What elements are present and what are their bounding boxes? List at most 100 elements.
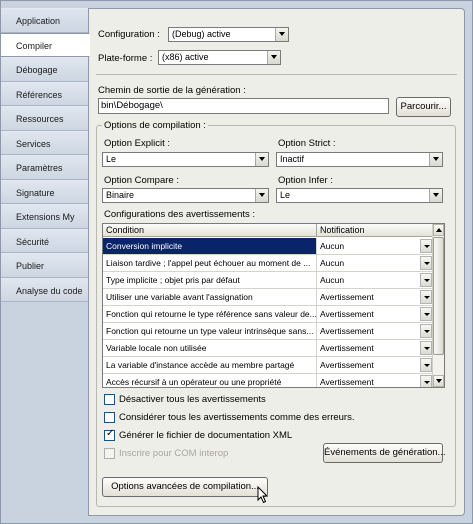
warnings-config-label: Configurations des avertissements : — [104, 209, 256, 220]
option-explicit-select[interactable]: Le — [102, 152, 269, 167]
separator — [96, 74, 457, 75]
platform-label: Plate-forme : — [98, 53, 153, 64]
table-row[interactable]: Fonction qui retourne le type référence … — [103, 306, 433, 323]
sidebar-item-services[interactable]: Services — [1, 130, 89, 155]
column-header-condition[interactable]: Condition — [103, 224, 317, 237]
notification-value: Avertissement — [320, 292, 374, 302]
notification-value: Avertissement — [320, 309, 374, 319]
table-row[interactable]: La variable d'instance accède au membre … — [103, 357, 433, 374]
notification-cell[interactable]: Avertissement — [317, 306, 433, 322]
condition-cell[interactable]: Liaison tardive ; l'appel peut échouer a… — [103, 255, 317, 271]
notification-value: Aucun — [320, 258, 345, 268]
condition-cell[interactable]: La variable d'instance accède au membre … — [103, 357, 317, 373]
option-strict-select[interactable]: Inactif — [276, 152, 443, 167]
output-path-input[interactable]: bin\Débogage\ — [98, 98, 389, 114]
sidebar-item-security[interactable]: Sécurité — [1, 228, 89, 253]
chevron-down-icon[interactable] — [420, 239, 432, 253]
sidebar-item-application[interactable]: Application — [1, 8, 89, 33]
condition-cell[interactable]: Variable locale non utilisée — [103, 340, 317, 356]
treat-warnings-as-errors-checkbox[interactable] — [104, 412, 115, 423]
scrollbar-thumb[interactable] — [433, 237, 444, 355]
condition-cell[interactable]: Accès récursif à un opérateur ou une pro… — [103, 374, 317, 387]
condition-cell[interactable]: Fonction qui retourne le type référence … — [103, 306, 317, 322]
grid-header: Condition Notification — [103, 224, 433, 237]
chevron-down-icon[interactable] — [420, 290, 432, 304]
chevron-down-icon[interactable] — [275, 28, 288, 41]
treat-warnings-as-errors-label[interactable]: Considérer tous les avertissements comme… — [119, 412, 354, 423]
notification-value: Avertissement — [320, 377, 374, 387]
sidebar-item-code-analysis[interactable]: Analyse du code — [1, 277, 89, 302]
chevron-down-icon[interactable] — [255, 153, 268, 166]
sidebar-item-settings[interactable]: Paramètres — [1, 155, 89, 180]
warnings-grid[interactable]: Condition Notification Conversion implic… — [102, 223, 445, 388]
notification-cell[interactable]: Avertissement — [317, 357, 433, 373]
chevron-down-icon[interactable] — [255, 189, 268, 202]
table-row[interactable]: Variable locale non utilisée Avertisseme… — [103, 340, 433, 357]
sidebar-item-my-extensions[interactable]: Extensions My — [1, 204, 89, 229]
disable-all-warnings-checkbox[interactable] — [104, 394, 115, 405]
disable-all-warnings-label[interactable]: Désactiver tous les avertissements — [119, 394, 266, 405]
advanced-compile-options-button[interactable]: Options avancées de compilation... — [102, 477, 268, 497]
generate-xml-doc-label[interactable]: Générer le fichier de documentation XML — [119, 430, 292, 441]
sidebar-item-signing[interactable]: Signature — [1, 179, 89, 204]
generate-xml-doc-checkbox[interactable] — [104, 428, 115, 441]
chevron-down-icon[interactable] — [267, 51, 280, 64]
chevron-down-icon[interactable] — [420, 273, 432, 287]
sidebar-item-label: Sécurité — [16, 236, 50, 247]
sidebar-item-label: Débogage — [16, 65, 58, 75]
sidebar-item-publish[interactable]: Publier — [1, 253, 89, 278]
chevron-down-icon[interactable] — [420, 307, 432, 321]
notification-cell[interactable]: Aucun — [317, 255, 433, 271]
option-infer-select[interactable]: Le — [276, 188, 443, 203]
browse-button[interactable]: Parcourir... — [396, 97, 451, 117]
compile-options-title: Options de compilation : — [102, 120, 208, 131]
notification-cell[interactable]: Avertissement — [317, 289, 433, 305]
notification-cell[interactable]: Aucun — [317, 238, 433, 254]
table-row[interactable]: Fonction qui retourne un type valeur int… — [103, 323, 433, 340]
sidebar-item-label: Signature — [16, 187, 55, 198]
sidebar-item-debug[interactable]: Débogage — [1, 57, 89, 82]
option-infer-value: Le — [280, 190, 291, 200]
notification-cell[interactable]: Aucun — [317, 272, 433, 288]
configuration-select[interactable]: (Debug) active — [168, 27, 289, 42]
column-header-notification[interactable]: Notification — [317, 224, 433, 237]
sidebar-item-references[interactable]: Références — [1, 81, 89, 106]
table-row[interactable]: Utiliser une variable avant l'assignatio… — [103, 289, 433, 306]
configuration-label: Configuration : — [98, 29, 160, 40]
notification-cell[interactable]: Avertissement — [317, 374, 433, 387]
table-row[interactable]: Conversion implicite Aucun — [103, 238, 433, 255]
table-row[interactable]: Liaison tardive ; l'appel peut échouer a… — [103, 255, 433, 272]
sidebar-item-label: Application — [16, 16, 61, 26]
notification-value: Avertissement — [320, 360, 374, 370]
scroll-down-icon[interactable] — [433, 375, 444, 387]
chevron-down-icon[interactable] — [429, 189, 442, 202]
chevron-down-icon[interactable] — [420, 375, 432, 387]
grid-scrollbar[interactable] — [432, 224, 444, 387]
sidebar-item-label: Références — [16, 89, 63, 100]
platform-value: (x86) active — [162, 52, 209, 62]
sidebar-item-label: Paramètres — [16, 163, 63, 173]
chevron-down-icon[interactable] — [429, 153, 442, 166]
condition-cell[interactable]: Fonction qui retourne un type valeur int… — [103, 323, 317, 339]
notification-cell[interactable]: Avertissement — [317, 340, 433, 356]
sidebar-item-resources[interactable]: Ressources — [1, 106, 89, 131]
table-row[interactable]: Accès récursif à un opérateur ou une pro… — [103, 374, 433, 387]
build-events-button[interactable]: Événements de génération... — [323, 443, 445, 463]
chevron-down-icon[interactable] — [420, 256, 432, 270]
sidebar-item-compiler[interactable]: Compiler — [1, 32, 90, 57]
option-explicit-label: Option Explicit : — [104, 138, 170, 149]
condition-cell[interactable]: Type implicite ; objet pris par défaut — [103, 272, 317, 288]
condition-cell[interactable]: Utiliser une variable avant l'assignatio… — [103, 289, 317, 305]
option-compare-label: Option Compare : — [104, 175, 179, 186]
chevron-down-icon[interactable] — [420, 324, 432, 338]
chevron-down-icon[interactable] — [420, 341, 432, 355]
chevron-down-icon[interactable] — [420, 358, 432, 372]
notification-cell[interactable]: Avertissement — [317, 323, 433, 339]
option-compare-select[interactable]: Binaire — [102, 188, 269, 203]
platform-select[interactable]: (x86) active — [158, 50, 281, 65]
mouse-cursor-icon — [257, 486, 269, 504]
table-row[interactable]: Type implicite ; objet pris par défaut A… — [103, 272, 433, 289]
condition-cell[interactable]: Conversion implicite — [103, 238, 317, 254]
register-com-interop-label: Inscrire pour COM interop — [119, 448, 229, 459]
scroll-up-icon[interactable] — [433, 224, 444, 236]
